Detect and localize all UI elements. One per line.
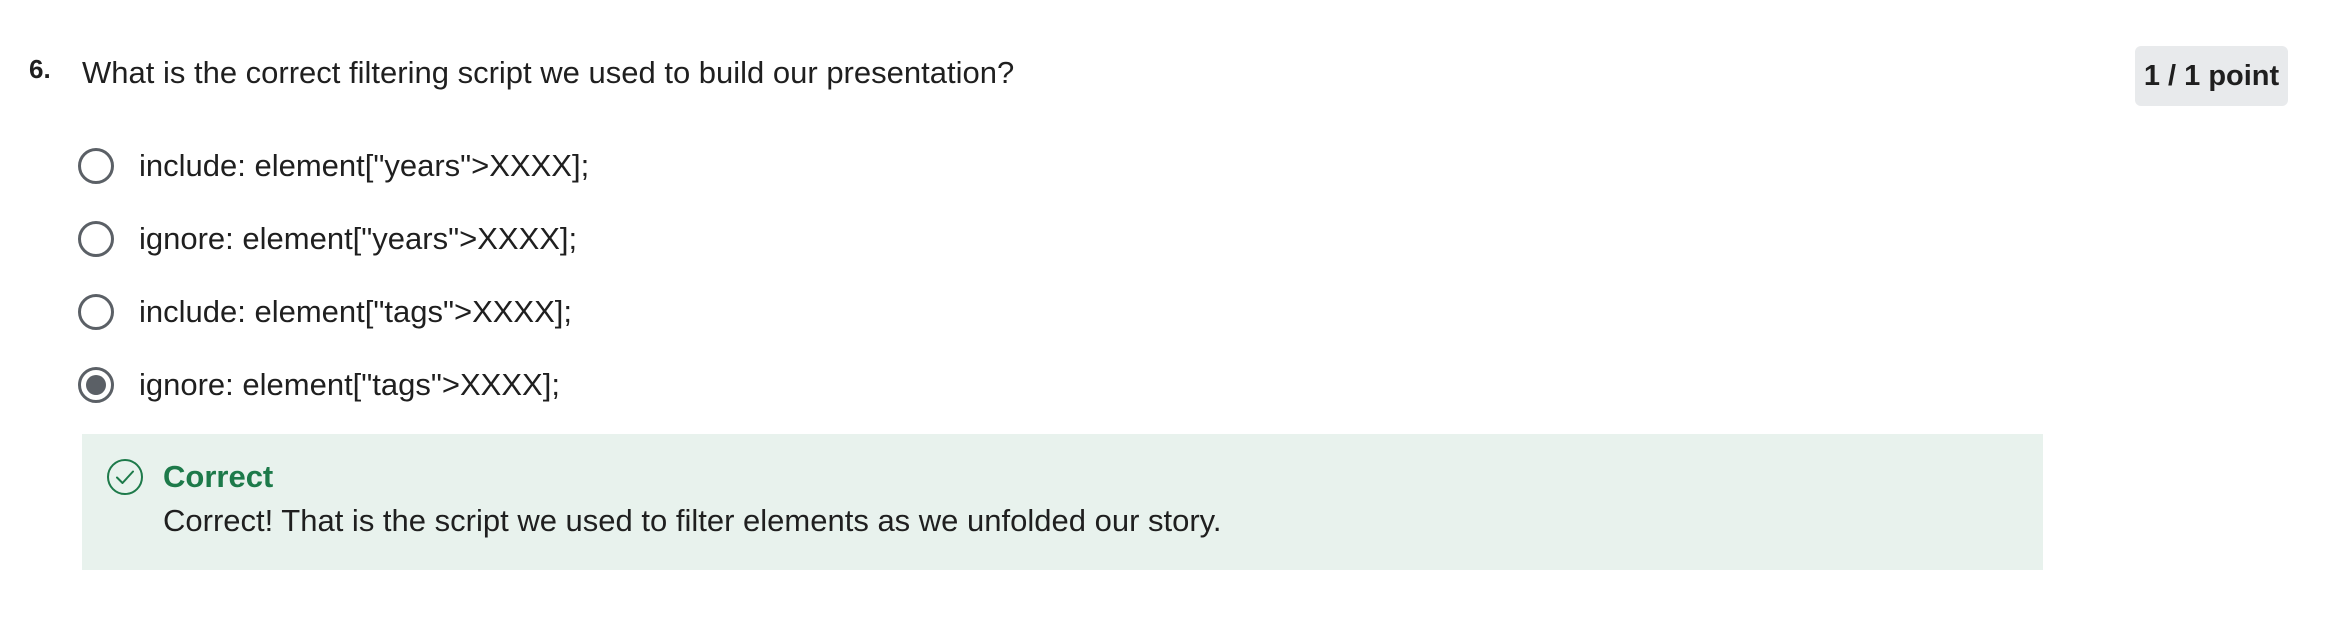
feedback-title: Correct [163, 459, 274, 494]
radio-button-unselected[interactable] [78, 148, 114, 184]
radio-button-unselected[interactable] [78, 294, 114, 330]
radio-selected-dot [86, 375, 106, 395]
answer-option-label: ignore: element["tags">XXXX]; [139, 367, 560, 402]
answer-option-4[interactable]: ignore: element["tags">XXXX]; [78, 360, 1378, 410]
question-text: What is the correct filtering script we … [82, 55, 1015, 90]
answer-option-3[interactable]: include: element["tags">XXXX]; [78, 287, 1378, 337]
answer-option-1[interactable]: include: element["years">XXXX]; [78, 141, 1378, 191]
quiz-question: 6. What is the correct filtering script … [0, 0, 2329, 624]
check-circle-icon [106, 458, 144, 496]
answer-option-label: include: element["years">XXXX]; [139, 148, 590, 183]
answer-option-label: ignore: element["years">XXXX]; [139, 221, 578, 256]
answer-option-2[interactable]: ignore: element["years">XXXX]; [78, 214, 1378, 264]
answer-option-label: include: element["tags">XXXX]; [139, 294, 573, 329]
question-number: 6. [29, 54, 51, 84]
answer-options: include: element["years">XXXX]; ignore: … [78, 141, 1378, 433]
score-badge: 1 / 1 point [2135, 46, 2288, 106]
feedback-text: Correct! That is the script we used to f… [163, 503, 1222, 538]
feedback-panel: Correct Correct! That is the script we u… [82, 434, 2043, 570]
radio-button-unselected[interactable] [78, 221, 114, 257]
radio-button-selected[interactable] [78, 367, 114, 403]
